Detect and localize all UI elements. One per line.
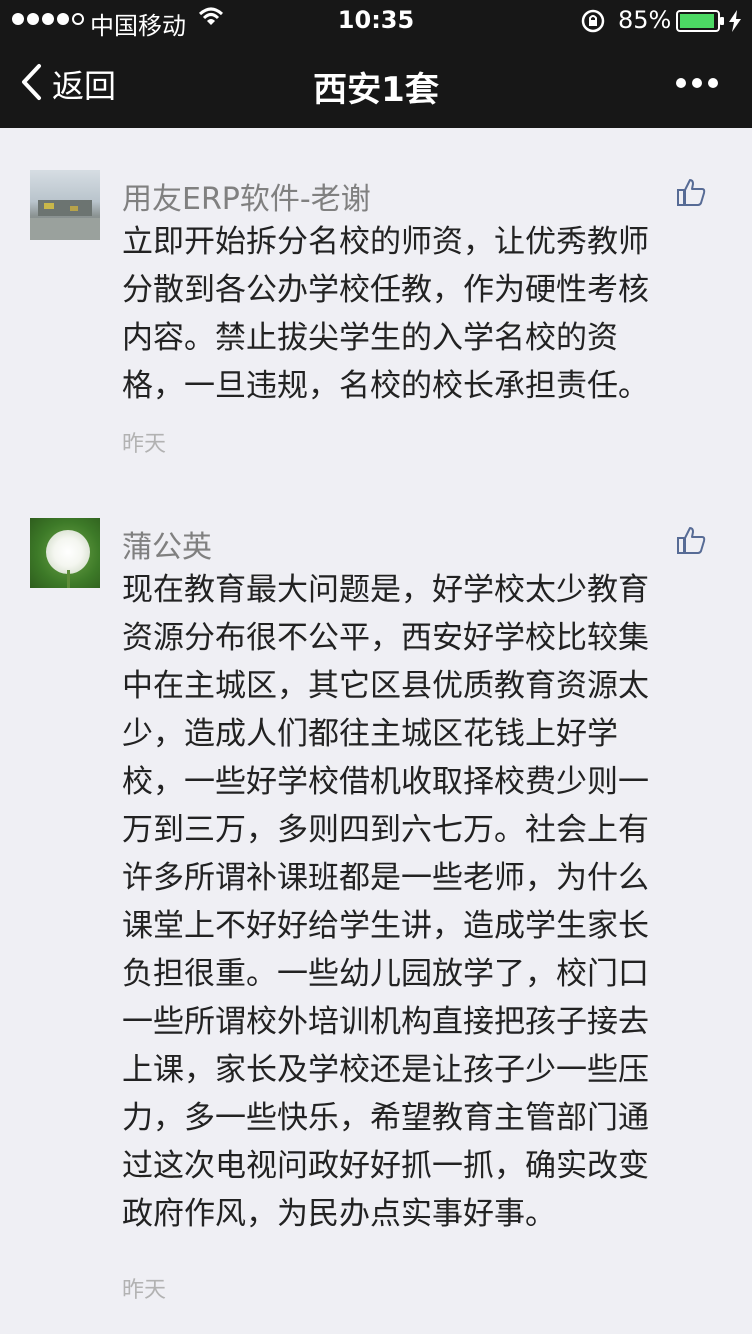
battery-percent: 85%	[618, 6, 672, 34]
more-options-icon[interactable]	[676, 78, 718, 88]
comment-time: 昨天	[122, 432, 167, 457]
comment-text: 立即开始拆分名校的师资，让优秀教师 分散到各公办学校任教，作为硬性考核 内容。禁…	[122, 224, 649, 404]
rotation-lock-icon	[580, 8, 606, 40]
status-bar: 中国移动 10:35 85%	[0, 0, 752, 40]
comment-author[interactable]: 用友ERP软件-老谢	[122, 174, 371, 218]
charging-icon	[728, 10, 742, 38]
comment-time: 昨天	[122, 1278, 167, 1303]
nav-bar: 返回 西安1套	[0, 40, 752, 128]
comment-text: 现在教育最大问题是，好学校太少教育 资源分布很不公平，西安好学校比较集 中在主城…	[122, 572, 649, 1232]
thumbs-up-icon[interactable]	[676, 178, 706, 210]
avatar[interactable]	[30, 518, 100, 588]
page-title: 西安1套	[313, 70, 439, 110]
battery-icon	[676, 10, 726, 38]
avatar[interactable]	[30, 170, 100, 240]
comment-author[interactable]: 蒲公英	[122, 522, 212, 566]
thumbs-up-icon[interactable]	[676, 526, 706, 558]
